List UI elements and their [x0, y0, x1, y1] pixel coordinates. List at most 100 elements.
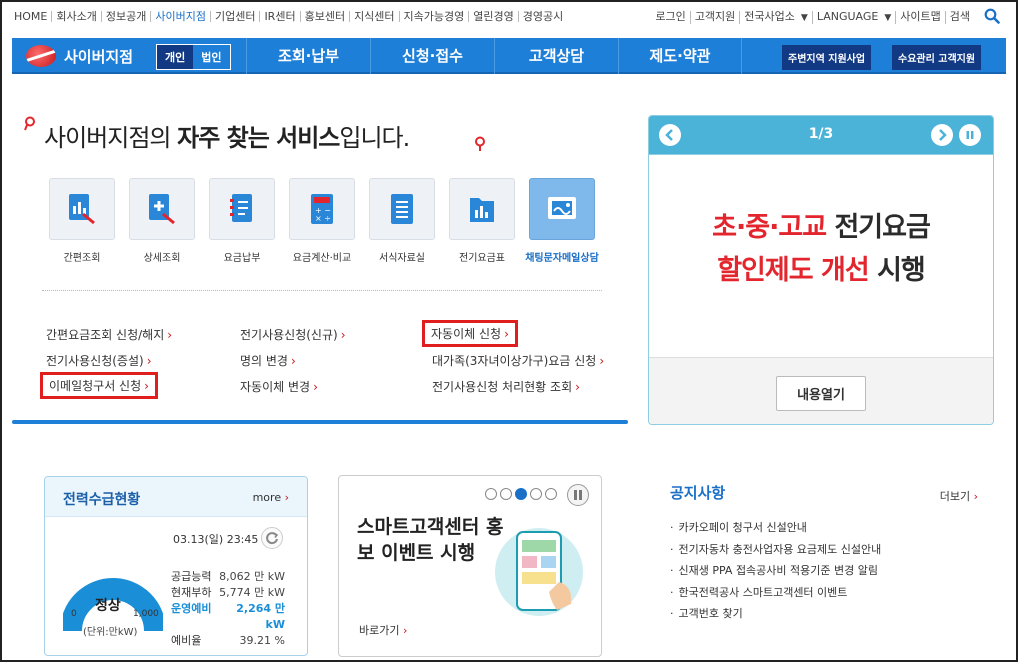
nav-customer-consult[interactable]: 고객상담 [494, 38, 618, 74]
link-power-increase[interactable]: 전기사용신청(증설) › [46, 352, 152, 369]
top-util-links: 로그인 고객지원 전국사업소 ▼ LANGUAGE ▼ 사이트맵 검색 [651, 11, 974, 24]
link-power-new[interactable]: 전기사용신청(신규) › [240, 326, 346, 343]
svg-text:× ÷: × ÷ [315, 214, 331, 223]
service-payment[interactable]: 요금납부 [202, 178, 282, 264]
chevron-right-icon: › [340, 328, 346, 342]
service-forms[interactable]: 서식자료실 [362, 178, 442, 264]
top-nav-home[interactable]: HOME [10, 11, 53, 22]
power-more-link[interactable]: more › [253, 491, 289, 504]
service-icon-box [209, 178, 275, 240]
promo-content[interactable]: 초·중·고교 전기요금 할인제도 개선 시행 [649, 154, 993, 358]
notice-item[interactable]: 한국전력공사 스마트고객센터 이벤트 [670, 582, 980, 604]
carousel-dot[interactable] [485, 488, 497, 500]
link-autopay-signup[interactable]: 자동이체 신청 › [422, 320, 518, 347]
chevron-right-icon: › [167, 328, 173, 342]
pause-icon[interactable] [567, 484, 589, 506]
top-nav-disclosure[interactable]: 정보공개 [102, 11, 152, 22]
next-slide-button[interactable] [931, 124, 953, 146]
logo[interactable]: 사이버지점 [26, 45, 133, 67]
promo-headline-2: 할인제도 개선 시행 [649, 248, 993, 287]
service-icon-box [129, 178, 195, 240]
nav-application[interactable]: 신청·접수 [370, 38, 494, 74]
carousel-dot[interactable] [545, 488, 557, 500]
link-large-family-rate[interactable]: 대가족(3자녀이상가구)요금 신청 › [432, 352, 604, 369]
notice-item[interactable]: 카카오페이 청구서 신설안내 [670, 517, 980, 539]
link-application-status[interactable]: 전기사용신청 처리현황 조회 › [432, 378, 580, 395]
stat-label: 현재부하 [171, 586, 212, 599]
link-text: 명의 변경 [240, 354, 288, 368]
main-navigation: 사이버지점 개인 법인 조회·납부 신청·접수 고객상담 제도·약관 주변지역 … [12, 38, 1006, 74]
carousel-dot[interactable] [530, 488, 542, 500]
open-content-button[interactable]: 내용열기 [776, 375, 866, 411]
stat-label: 운영예비 [171, 602, 212, 615]
link-text: 자동이체 신청 [431, 327, 502, 341]
gauge-status: 정상 [95, 598, 121, 614]
service-icon-box [449, 178, 515, 240]
chevron-right-icon: › [973, 490, 978, 503]
service-label: 간편조회 [63, 253, 101, 264]
regional-support-button[interactable]: 주변지역 지원사업 [782, 45, 872, 70]
title-prefix: 사이버지점의 [44, 124, 178, 152]
notice-item[interactable]: 고객번호 찾기 [670, 603, 980, 625]
login-link[interactable]: 로그인 [651, 11, 691, 24]
top-nav-knowledge[interactable]: 지식센터 [350, 11, 400, 22]
power-stats: 공급능력 8,062 만 kW 현재부하 5,774 만 kW 운영예비 2,264 … [171, 569, 285, 649]
corporate-tab[interactable]: 법인 [193, 45, 229, 69]
notice-item[interactable]: 신재생 PPA 접속공사비 적용기준 변경 알림 [670, 560, 980, 582]
search-link[interactable]: 검색 [946, 11, 974, 24]
link-simple-inquiry-signup[interactable]: 간편요금조회 신청/해지 › [46, 326, 172, 343]
service-label: 상세조회 [143, 253, 181, 264]
sitemap-link[interactable]: 사이트맵 [896, 11, 946, 24]
link-email-bill-signup[interactable]: 이메일청구서 신청 › [40, 372, 158, 399]
section-divider-bar [12, 420, 628, 424]
search-icon[interactable] [984, 8, 1000, 24]
top-nav-business[interactable]: 기업센터 [211, 11, 261, 22]
carousel-dot[interactable] [500, 488, 512, 500]
stat-row: 현재부하 5,774 만 kW [171, 585, 285, 601]
caret-down-icon: ▼ [884, 13, 892, 23]
stat-value: 2,264 만 kW [236, 602, 285, 631]
chat-mail-icon [548, 197, 576, 219]
top-nav-ir[interactable]: IR센터 [260, 11, 301, 22]
page-title: 사이버지점의 자주 찾는 서비스입니다. [44, 118, 410, 153]
top-nav-sustainability[interactable]: 지속가능경영 [400, 11, 470, 22]
service-detail-inquiry[interactable]: 상세조회 [122, 178, 202, 264]
gauge-unit: (단위:만kW) [83, 627, 138, 638]
language-dropdown[interactable]: LANGUAGE ▼ [813, 11, 897, 24]
carousel-dot-active[interactable] [515, 488, 527, 500]
offices-label: 전국사업소 [744, 10, 795, 23]
go-link[interactable]: 바로가기 › [359, 622, 407, 638]
service-label: 요금납부 [223, 253, 261, 264]
offices-dropdown[interactable]: 전국사업소 ▼ [740, 11, 813, 24]
form-list-icon [391, 194, 413, 224]
go-text: 바로가기 [359, 624, 400, 637]
notice-item[interactable]: 전기자동차 충전사업자용 요금제도 신설안내 [670, 539, 980, 561]
service-calculator[interactable]: + − × ÷ 요금계산·비교 [282, 178, 362, 264]
demand-management-button[interactable]: 수요관리 고객지원 [892, 45, 982, 70]
personal-tab[interactable]: 개인 [157, 45, 194, 69]
nav-inquiry-payment[interactable]: 조회·납부 [246, 38, 370, 74]
service-simple-inquiry[interactable]: 간편조회 [42, 178, 122, 264]
calculator-icon: + − × ÷ [311, 194, 333, 224]
top-nav-open[interactable]: 열린경영 [469, 11, 519, 22]
top-nav-pr[interactable]: 홍보센터 [301, 11, 351, 22]
pause-icon [966, 131, 974, 139]
notice-more-link[interactable]: 더보기 › [940, 488, 978, 504]
top-nav-cyber-branch[interactable]: 사이버지점 [151, 11, 211, 22]
service-chat-consult[interactable]: 채팅문자메일상담 [522, 178, 602, 264]
refresh-icon[interactable] [261, 527, 283, 549]
pause-slide-button[interactable] [959, 124, 981, 146]
chevron-right-icon: › [144, 379, 149, 393]
caret-down-icon: ▼ [800, 13, 808, 23]
service-rate-table[interactable]: 전기요금표 [442, 178, 522, 264]
nav-policy-terms[interactable]: 제도·약관 [618, 38, 742, 74]
link-name-change[interactable]: 명의 변경 › [240, 352, 296, 369]
top-nav-disclosure-mgmt[interactable]: 경영공시 [519, 11, 567, 22]
support-link[interactable]: 고객지원 [691, 11, 741, 24]
stat-value: 5,774 만 kW [219, 586, 285, 599]
link-autopay-change[interactable]: 자동이체 변경 › [240, 378, 318, 395]
stat-row: 공급능력 8,062 만 kW [171, 569, 285, 585]
link-text: 이메일청구서 신청 [49, 379, 142, 393]
power-supply-card: 전력수급현황 more › 03.13(일) 23:45 정상 0 1,000 … [44, 476, 308, 656]
top-nav-company[interactable]: 회사소개 [52, 11, 102, 22]
